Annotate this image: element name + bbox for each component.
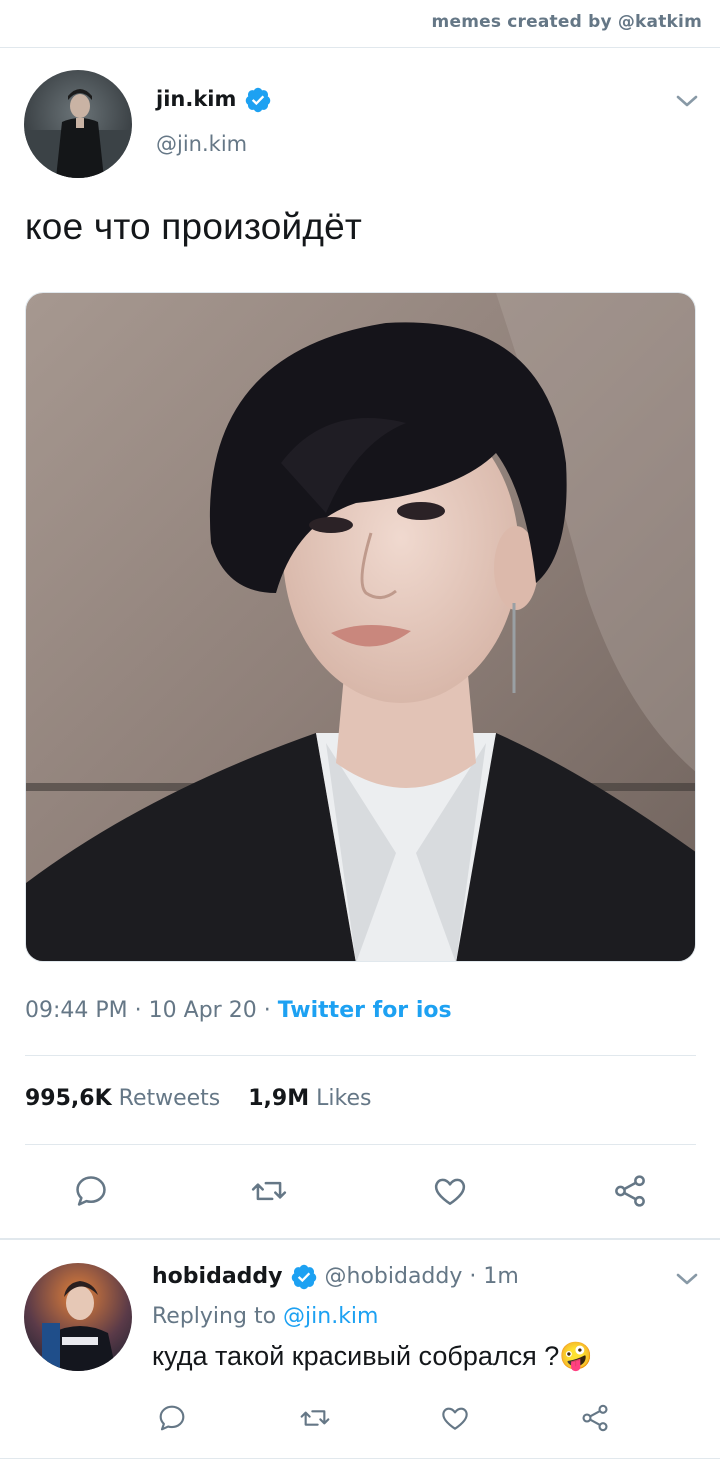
meta-separator: · bbox=[263, 998, 271, 1023]
likes-label: Likes bbox=[316, 1086, 372, 1111]
zany-face-emoji: 🤪 bbox=[559, 1341, 593, 1371]
tweet-date: 10 Apr 20 bbox=[148, 998, 257, 1023]
credit-text: memes created by @katkim bbox=[431, 12, 702, 32]
top-divider bbox=[0, 47, 720, 48]
retweets-count: 995,6K bbox=[25, 1086, 112, 1111]
bottom-divider bbox=[0, 1458, 720, 1459]
reply-author-avatar[interactable] bbox=[24, 1263, 132, 1371]
author-display-name: jin.kim bbox=[156, 87, 237, 111]
likes-stat[interactable]: 1,9M Likes bbox=[248, 1086, 371, 1111]
author-handle[interactable]: @jin.kim bbox=[156, 132, 247, 156]
retweet-icon[interactable] bbox=[298, 1402, 332, 1434]
retweet-icon[interactable] bbox=[249, 1172, 289, 1210]
reply-icon[interactable] bbox=[72, 1172, 110, 1210]
verified-badge-icon bbox=[244, 86, 272, 114]
reply-text-line: куда такой красивый собрался ?🤪 bbox=[152, 1340, 593, 1372]
reply-separator: · bbox=[469, 1264, 477, 1289]
replying-to: Replying to @jin.kim bbox=[152, 1304, 378, 1329]
replying-label: Replying to bbox=[152, 1304, 277, 1329]
like-icon[interactable] bbox=[438, 1402, 472, 1434]
tweet-source-link[interactable]: Twitter for ios bbox=[278, 998, 452, 1023]
reply-text: куда такой красивый собрался ? bbox=[152, 1341, 560, 1371]
tweet-text: кое что произойдёт bbox=[25, 206, 363, 247]
reply-time: 1m bbox=[483, 1264, 519, 1289]
verified-badge-icon bbox=[290, 1263, 318, 1291]
tweet-time: 09:44 PM bbox=[25, 998, 128, 1023]
author-name[interactable]: jin.kim bbox=[156, 86, 272, 114]
tweet-photo[interactable] bbox=[25, 292, 696, 962]
like-icon[interactable] bbox=[430, 1172, 470, 1210]
reply-handle[interactable]: @hobidaddy bbox=[325, 1264, 463, 1289]
reply-section-divider bbox=[0, 1238, 720, 1240]
likes-count: 1,9M bbox=[248, 1086, 310, 1111]
meta-divider bbox=[25, 1055, 696, 1056]
tweet-stats: 995,6K Retweets 1,9M Likes bbox=[25, 1086, 371, 1111]
share-icon[interactable] bbox=[610, 1172, 650, 1210]
meta-separator: · bbox=[134, 998, 142, 1023]
reply-icon[interactable] bbox=[156, 1402, 188, 1434]
reply-header: hobidaddy @hobidaddy · 1m bbox=[152, 1263, 519, 1291]
replying-to-handle[interactable]: @jin.kim bbox=[283, 1304, 378, 1329]
chevron-down-icon[interactable] bbox=[674, 1266, 700, 1292]
retweets-label: Retweets bbox=[118, 1086, 221, 1111]
stats-divider bbox=[25, 1144, 696, 1145]
retweets-stat[interactable]: 995,6K Retweets bbox=[25, 1086, 220, 1111]
tweet-meta: 09:44 PM · 10 Apr 20 · Twitter for ios bbox=[25, 998, 452, 1023]
share-icon[interactable] bbox=[578, 1402, 612, 1434]
reply-display-name[interactable]: hobidaddy bbox=[152, 1264, 283, 1289]
chevron-down-icon[interactable] bbox=[674, 88, 700, 114]
author-avatar[interactable] bbox=[24, 70, 132, 178]
